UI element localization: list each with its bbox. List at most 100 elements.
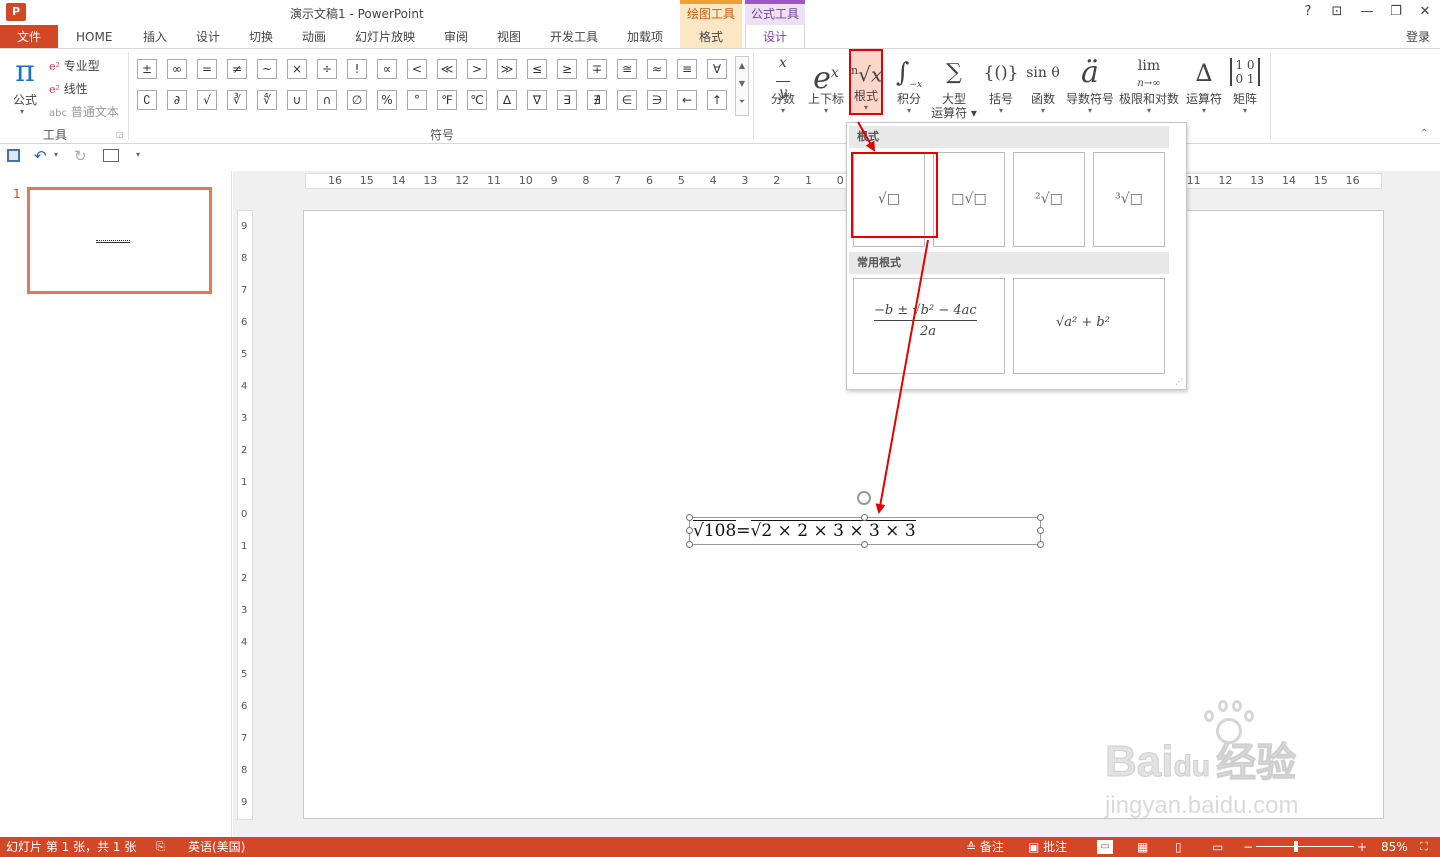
equation-button-label[interactable]: 公式 (13, 91, 37, 108)
help-button[interactable]: ? (1297, 2, 1319, 22)
zoom-slider-thumb[interactable] (1294, 841, 1298, 852)
linear-option[interactable]: e² 线性 (49, 80, 88, 97)
symbol-button[interactable]: ≈ (647, 59, 667, 79)
symbol-button[interactable]: % (377, 90, 397, 110)
tab-home[interactable]: HOME (76, 25, 112, 49)
tab-format[interactable]: 格式 (680, 25, 742, 49)
maximize-button[interactable]: ❐ (1385, 2, 1407, 22)
accent-button[interactable]: ä 导数符号 ▾ (1065, 54, 1115, 115)
symbol-button[interactable]: ∈ (617, 90, 637, 110)
symbol-button[interactable]: ∁ (137, 90, 157, 110)
resize-handle[interactable] (686, 514, 693, 521)
large-operator-button[interactable]: ∑ 大型 运算符 ▾ (930, 54, 978, 120)
zoom-in-icon[interactable]: + (1357, 837, 1367, 857)
symbol-button[interactable]: ∓ (587, 59, 607, 79)
zoom-level[interactable]: 85% (1381, 837, 1408, 857)
start-slideshow-icon[interactable] (103, 149, 119, 162)
chevron-down-icon[interactable]: ▾ (20, 107, 24, 116)
bracket-button[interactable]: {()} 括号 ▾ (983, 54, 1019, 115)
symbol-button[interactable]: ℉ (437, 90, 457, 110)
limit-log-button[interactable]: lim n→∞ 极限和对数 ▾ (1118, 54, 1180, 115)
zoom-slider[interactable] (1256, 846, 1354, 847)
symbol-button[interactable]: ≥ (557, 59, 577, 79)
resize-handle[interactable] (1037, 541, 1044, 548)
symbol-button[interactable]: ∀ (707, 59, 727, 79)
square-root-degree-option[interactable]: ²√□ (1013, 152, 1085, 247)
tab-transitions[interactable]: 切换 (249, 25, 273, 49)
symbol-button[interactable]: = (197, 59, 217, 79)
reading-view-icon[interactable]: ▯ (1175, 837, 1182, 857)
symbol-button[interactable]: ← (677, 90, 697, 110)
normal-view-icon[interactable]: ▭ (1097, 840, 1113, 854)
ribbon-display-options-button[interactable]: ⊡ (1326, 2, 1348, 22)
resize-handle[interactable] (1037, 527, 1044, 534)
symbol-button[interactable]: ∛ (227, 90, 247, 110)
customize-qat-icon[interactable]: ▾ (136, 150, 140, 159)
symbol-button[interactable]: ∋ (647, 90, 667, 110)
symbol-button[interactable]: ∝ (377, 59, 397, 79)
minimize-button[interactable]: — (1356, 2, 1378, 22)
symbol-button[interactable]: ° (407, 90, 427, 110)
vertical-ruler[interactable]: 9 8 7 6 5 4 3 2 1 0 1 2 3 4 5 6 7 8 9 (237, 210, 253, 820)
tab-view[interactable]: 视图 (497, 25, 521, 49)
chevron-down-icon[interactable]: ▾ (54, 150, 58, 159)
nth-root-option[interactable]: □√□ (933, 152, 1005, 247)
symbol-button[interactable]: > (467, 59, 487, 79)
save-icon[interactable] (7, 149, 20, 162)
tab-design[interactable]: 设计 (196, 25, 220, 49)
pythagorean-option[interactable]: √a² + b² (1013, 278, 1165, 374)
symbol-button[interactable]: ≅ (617, 59, 637, 79)
tab-review[interactable]: 审阅 (444, 25, 468, 49)
gallery-more-icon[interactable]: ⏷ (736, 93, 748, 111)
integral-button[interactable]: ∫−x 积分 ▾ (893, 54, 925, 115)
symbol-button[interactable]: ≠ (227, 59, 247, 79)
slide-count-status[interactable]: 幻灯片 第 1 张，共 1 张 (6, 837, 136, 857)
symbol-button[interactable]: ∪ (287, 90, 307, 110)
symbol-button[interactable]: ≫ (497, 59, 517, 79)
radical-button[interactable]: n√x 根式 ▾ (849, 49, 883, 115)
symbol-button[interactable]: ∄ (587, 90, 607, 110)
sign-in-link[interactable]: 登录 (1406, 25, 1430, 49)
notes-button[interactable]: ≙ 备注 (966, 837, 1004, 857)
equation-content[interactable]: √108=√2 × 2 × 3 × 3 × 3 (693, 520, 916, 542)
resize-grip-icon[interactable]: ⋰ (1175, 377, 1183, 386)
close-button[interactable]: ✕ (1414, 2, 1436, 22)
resize-handle[interactable] (861, 514, 868, 521)
pi-icon[interactable]: π (10, 54, 40, 90)
redo-icon[interactable]: ↻ (74, 147, 87, 165)
symbol-button[interactable]: ≤ (527, 59, 547, 79)
comments-button[interactable]: ▣ 批注 (1028, 837, 1067, 857)
symbol-button[interactable]: × (287, 59, 307, 79)
fraction-button[interactable]: xy 分数 ▾ (766, 54, 800, 115)
cube-root-option[interactable]: ³√□ (1093, 152, 1165, 247)
rotate-handle-icon[interactable] (857, 491, 871, 505)
horizontal-ruler[interactable]: 1615141312111098765432101234567891011121… (305, 173, 1382, 189)
symbol-button[interactable]: ↑ (707, 90, 727, 110)
symbol-button[interactable]: ℃ (467, 90, 487, 110)
resize-handle[interactable] (686, 527, 693, 534)
slideshow-view-icon[interactable]: ▭ (1212, 837, 1223, 857)
script-button[interactable]: ex 上下标 ▾ (805, 54, 847, 115)
tab-animations[interactable]: 动画 (302, 25, 326, 49)
scroll-up-icon[interactable]: ▲ (736, 57, 748, 75)
symbol-button[interactable]: ± (137, 59, 157, 79)
quadratic-formula-option[interactable]: −b ± √b² − 4ac 2a (853, 278, 1005, 374)
collapse-ribbon-icon[interactable]: ⌃ (1420, 128, 1428, 139)
symbol-button[interactable]: ~ (257, 59, 277, 79)
symbol-button[interactable]: ∃ (557, 90, 577, 110)
tab-equation-design[interactable]: 设计 (745, 25, 805, 49)
symbol-button[interactable]: < (407, 59, 427, 79)
zoom-out-icon[interactable]: − (1243, 837, 1253, 857)
symbol-button[interactable]: ∂ (167, 90, 187, 110)
normal-text-option[interactable]: abc 普通文本 (49, 103, 119, 120)
dialog-launcher-icon[interactable]: ◲ (116, 130, 124, 139)
resize-handle[interactable] (861, 541, 868, 548)
undo-icon[interactable]: ↶ (34, 147, 47, 165)
symbol-button[interactable]: ∜ (257, 90, 277, 110)
language-status[interactable]: 英语(美国) (188, 837, 245, 857)
symbol-button[interactable]: ∆ (497, 90, 517, 110)
resize-handle[interactable] (686, 541, 693, 548)
square-root-option[interactable]: √□ (853, 152, 925, 247)
professional-option[interactable]: e² 专业型 (49, 57, 100, 74)
scroll-down-icon[interactable]: ▼ (736, 75, 748, 93)
